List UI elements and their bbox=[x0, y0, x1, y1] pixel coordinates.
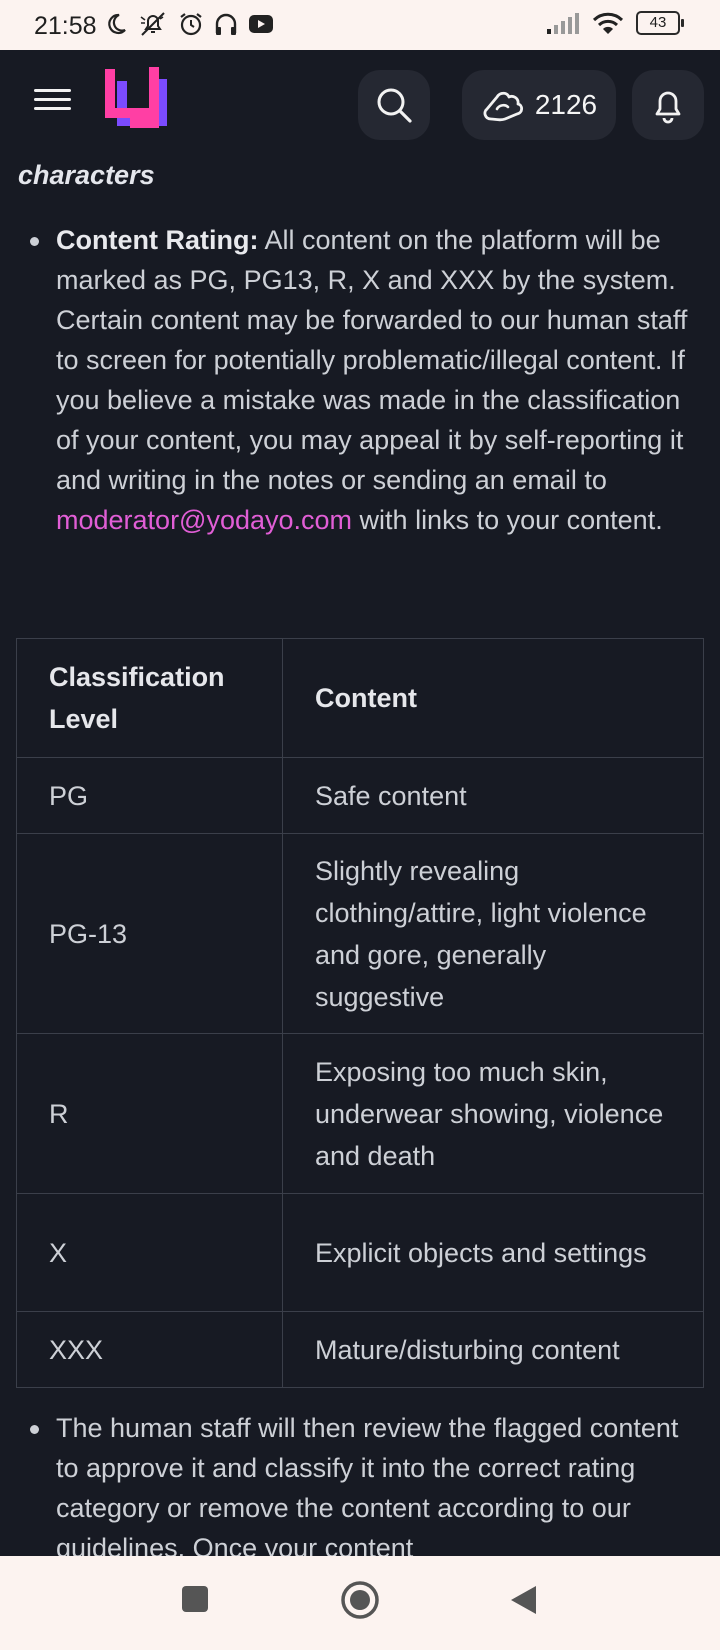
page-content: characters Content Rating: All content o… bbox=[0, 160, 720, 1556]
credits-icon bbox=[483, 91, 523, 122]
classification-table: Classification Level Content PG Safe con… bbox=[16, 638, 704, 1388]
menu-button[interactable] bbox=[34, 83, 74, 123]
notifications-button[interactable] bbox=[632, 70, 704, 140]
table-header-row: Classification Level Content bbox=[16, 638, 704, 758]
table-row: PG Safe content bbox=[16, 757, 704, 834]
top-app-bar: 2126 bbox=[0, 50, 720, 160]
youtube-icon bbox=[249, 15, 273, 33]
status-icons-right: 43 bbox=[546, 11, 684, 35]
menu-icon-line bbox=[34, 98, 71, 101]
system-nav-bar bbox=[0, 1556, 720, 1650]
table-cell-content: Exposing too much skin, underwear showin… bbox=[282, 1033, 704, 1194]
header-content: Content bbox=[282, 638, 704, 758]
credits-count: 2126 bbox=[534, 89, 598, 120]
search-icon bbox=[377, 88, 412, 123]
bullet-label: Content Rating: bbox=[56, 225, 259, 255]
table-row: X Explicit objects and settings bbox=[16, 1193, 704, 1312]
table-cell-level: PG bbox=[16, 757, 283, 834]
bell-icon bbox=[655, 91, 681, 124]
content-rating-bullet: Content Rating: All content on the platf… bbox=[30, 220, 696, 540]
table-row: XXX Mature/disturbing content bbox=[16, 1311, 704, 1388]
credits-button[interactable]: 2126 bbox=[462, 70, 616, 140]
status-bar: 21:58 43 bbox=[0, 0, 720, 50]
table-cell-content: Mature/disturbing content bbox=[282, 1311, 704, 1388]
table-cell-level: X bbox=[16, 1193, 283, 1312]
headphones-icon bbox=[215, 13, 237, 35]
status-time: 21:58 bbox=[34, 12, 97, 40]
home-icon[interactable] bbox=[340, 1580, 380, 1620]
recents-icon[interactable] bbox=[180, 1584, 210, 1614]
yodayo-logo[interactable] bbox=[104, 65, 168, 139]
status-icons-left bbox=[104, 11, 274, 37]
alarm-icon bbox=[180, 13, 202, 36]
bullet-text-end: with links to your content. bbox=[352, 505, 663, 535]
battery-icon: 43 bbox=[636, 11, 684, 35]
table-row: PG-13 Slightly revealing clothing/attire… bbox=[16, 833, 704, 1034]
header-classification-level: Classification Level bbox=[16, 638, 283, 758]
table-cell-content: Slightly revealing clothing/attire, ligh… bbox=[282, 833, 704, 1034]
table-cell-content: Explicit objects and settings bbox=[282, 1193, 704, 1312]
table-cell-level: R bbox=[16, 1033, 283, 1194]
table-row: R Exposing too much skin, underwear show… bbox=[16, 1033, 704, 1194]
wifi-icon bbox=[592, 12, 624, 34]
moon-icon bbox=[108, 13, 126, 35]
menu-icon-line bbox=[34, 107, 71, 110]
partial-heading: characters bbox=[18, 160, 155, 190]
signal-icon bbox=[547, 13, 579, 34]
search-button[interactable] bbox=[358, 70, 430, 140]
moderator-email-link[interactable]: moderator@yodayo.com bbox=[56, 505, 352, 535]
table-cell-content: Safe content bbox=[282, 757, 704, 834]
menu-icon bbox=[34, 89, 71, 92]
table-cell-level: XXX bbox=[16, 1311, 283, 1388]
mute-icon bbox=[140, 12, 165, 36]
back-icon[interactable] bbox=[508, 1584, 538, 1616]
review-bullet: The human staff will then review the fla… bbox=[30, 1408, 696, 1556]
table-cell-level: PG-13 bbox=[16, 833, 283, 1034]
bullet-text: All content on the platform will be mark… bbox=[56, 225, 688, 495]
